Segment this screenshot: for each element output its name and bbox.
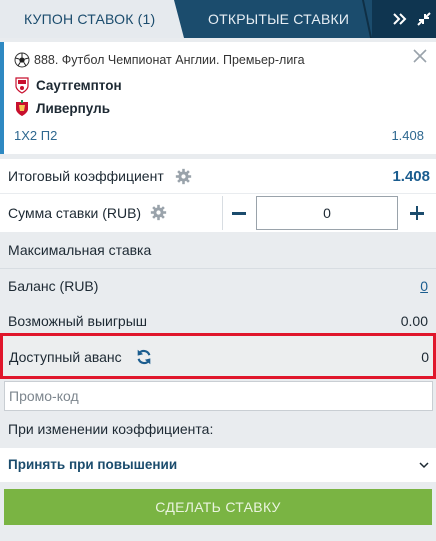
available-advance-label: Доступный аванс (9, 349, 122, 365)
stake-decrease-button[interactable] (222, 196, 254, 230)
total-odds-value: 1.408 (392, 168, 430, 185)
southampton-crest-icon (15, 77, 29, 94)
gear-icon[interactable] (175, 168, 192, 185)
make-bet-button[interactable]: СДЕЛАТЬ СТАВКУ (4, 489, 432, 525)
odds-change-label: При изменении коэффициента: (8, 421, 214, 437)
liverpool-crest-icon (16, 100, 28, 116)
tab-coupon[interactable]: КУПОН СТАВОК (1) (0, 0, 184, 38)
tab-open-bets[interactable]: ОТКРЫТЫЕ СТАВКИ (208, 11, 349, 27)
team-home: Саутгемптон (14, 76, 122, 94)
tab-divider (361, 0, 373, 38)
stake-increase-button[interactable] (400, 196, 434, 230)
possible-win-row: Возможный выигрыш 0.00 (0, 305, 436, 335)
balance-label: Баланс (RUB) (8, 278, 99, 294)
refresh-icon[interactable] (135, 348, 153, 366)
odds-change-select[interactable]: Принять при повышении (0, 448, 436, 482)
promo-code-input[interactable] (4, 381, 433, 411)
gear-icon[interactable] (150, 204, 167, 221)
odds-change-selected: Принять при повышении (8, 457, 178, 472)
total-odds-row: Итоговый коэффициент 1.408 (0, 159, 436, 193)
max-stake-row: Максимальная ставка (0, 233, 436, 265)
football-icon (14, 52, 30, 68)
possible-win-label: Возможный выигрыш (8, 313, 148, 329)
stake-input[interactable] (256, 196, 398, 230)
available-advance-value: 0 (421, 349, 429, 365)
bet-card: 888. Футбол Чемпионат Англии. Премьер-ли… (0, 42, 436, 154)
league-name: 888. Футбол Чемпионат Англии. Премьер-ли… (34, 53, 305, 67)
league-line: 888. Футбол Чемпионат Англии. Премьер-ли… (14, 52, 305, 68)
bet-odds: 1.408 (391, 128, 424, 143)
team-away-name: Ливерпуль (36, 100, 111, 116)
expand-icon[interactable] (390, 9, 410, 29)
balance-value-link[interactable]: 0 (420, 278, 428, 294)
team-home-name: Саутгемптон (36, 77, 122, 93)
header-tools (372, 0, 436, 38)
stake-row: Сумма ставки (RUB) (0, 194, 436, 232)
odds-change-row: При изменении коэффициента: (0, 418, 436, 442)
market-name: 1X2 П2 (14, 128, 58, 143)
total-odds-label: Итоговый коэффициент (8, 168, 164, 184)
team-away: Ливерпуль (14, 99, 110, 117)
balance-row: Баланс (RUB) 0 (0, 268, 436, 300)
close-icon[interactable] (412, 48, 428, 64)
possible-win-value: 0.00 (400, 313, 428, 329)
stake-label: Сумма ставки (RUB) (8, 205, 142, 221)
collapse-icon[interactable] (414, 9, 434, 29)
max-stake-label: Максимальная ставка (8, 242, 152, 258)
available-advance-row: Доступный аванс 0 (0, 333, 436, 379)
chevron-down-icon (419, 462, 429, 469)
betslip-tabs: КУПОН СТАВОК (1) ОТКРЫТЫЕ СТАВКИ (0, 0, 436, 38)
minus-icon (232, 212, 246, 215)
tab-coupon-label: КУПОН СТАВОК (1) (24, 11, 156, 27)
